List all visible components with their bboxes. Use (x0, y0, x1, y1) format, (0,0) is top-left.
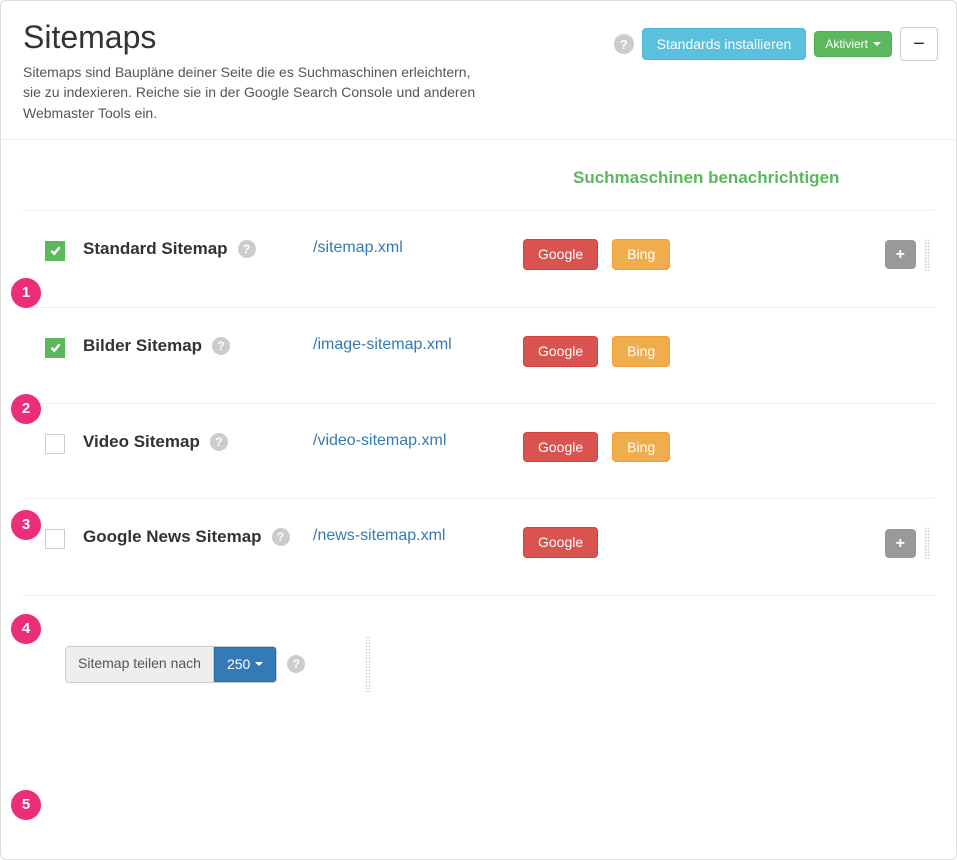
notify-bing-button[interactable]: Bing (612, 336, 670, 367)
sitemap-title: Google News Sitemap (83, 527, 262, 547)
notify-bing-button[interactable]: Bing (612, 432, 670, 463)
sitemaps-panel: Sitemaps Sitemaps sind Baupläne deiner S… (0, 0, 957, 860)
notify-google-button[interactable]: Google (523, 432, 598, 463)
notify-bing-button[interactable]: Bing (612, 239, 670, 270)
help-icon[interactable]: ? (287, 655, 305, 673)
sitemap-url-link[interactable]: /video-sitemap.xml (313, 432, 446, 449)
panel-body: Suchmaschinen benachrichtigen Standard S… (1, 140, 956, 713)
sitemap-title: Video Sitemap (83, 432, 200, 452)
vertical-separator (365, 636, 371, 692)
caret-down-icon (255, 662, 263, 666)
split-value-dropdown[interactable]: 250 (214, 647, 276, 682)
status-label: Aktiviert (825, 37, 868, 51)
drag-handle-icon[interactable] (924, 239, 930, 271)
expand-button[interactable]: + (885, 529, 916, 558)
collapse-button[interactable]: − (900, 27, 938, 61)
help-icon[interactable]: ? (212, 337, 230, 355)
status-dropdown[interactable]: Aktiviert (814, 31, 892, 57)
notify-google-button[interactable]: Google (523, 527, 598, 558)
sitemap-row: Bilder Sitemap? /image-sitemap.xml Google B… (23, 307, 934, 403)
drag-handle-icon[interactable] (924, 527, 930, 559)
annotation-bullet-4: 4 (11, 614, 41, 644)
annotation-bullet-3: 3 (11, 510, 41, 540)
help-icon[interactable]: ? (614, 34, 634, 54)
help-icon[interactable]: ? (238, 240, 256, 258)
sitemap-row: Google News Sitemap? /news-sitemap.xml Goo… (23, 498, 934, 596)
split-value: 250 (227, 656, 250, 673)
sitemap-url-link[interactable]: /sitemap.xml (313, 239, 403, 256)
sitemap-row: Video Sitemap? /video-sitemap.xml Google Bi… (23, 403, 934, 499)
enable-checkbox[interactable] (45, 241, 65, 261)
sitemap-url-link[interactable]: /image-sitemap.xml (313, 336, 452, 353)
footer-section: Sitemap teilen nach 250 ? (65, 596, 934, 692)
annotation-bullet-5: 5 (11, 790, 41, 820)
help-icon[interactable]: ? (210, 433, 228, 451)
install-defaults-button[interactable]: Standards installieren (642, 28, 807, 61)
split-input-group: Sitemap teilen nach 250 (65, 646, 277, 683)
notify-google-button[interactable]: Google (523, 336, 598, 367)
panel-header: Sitemaps Sitemaps sind Baupläne deiner S… (1, 1, 956, 140)
sitemap-list: Standard Sitemap? /sitemap.xml Google Bing +… (23, 210, 934, 597)
header-actions: ? Standards installieren Aktiviert − (614, 27, 938, 61)
notify-google-button[interactable]: Google (523, 239, 598, 270)
enable-checkbox[interactable] (45, 434, 65, 454)
split-label: Sitemap teilen nach (66, 647, 214, 682)
help-icon[interactable]: ? (272, 528, 290, 546)
annotation-bullet-2: 2 (11, 394, 41, 424)
enable-checkbox[interactable] (45, 338, 65, 358)
expand-button[interactable]: + (885, 240, 916, 269)
caret-down-icon (873, 42, 881, 46)
sitemap-title: Bilder Sitemap (83, 336, 202, 356)
page-description: Sitemaps sind Baupläne deiner Seite die … (23, 62, 483, 123)
annotation-bullet-1: 1 (11, 278, 41, 308)
sitemap-row: Standard Sitemap? /sitemap.xml Google Bing + (23, 210, 934, 307)
sitemap-title: Standard Sitemap (83, 239, 228, 259)
notify-header: Suchmaschinen benachrichtigen (573, 140, 934, 198)
sitemap-url-link[interactable]: /news-sitemap.xml (313, 527, 445, 544)
enable-checkbox[interactable] (45, 529, 65, 549)
